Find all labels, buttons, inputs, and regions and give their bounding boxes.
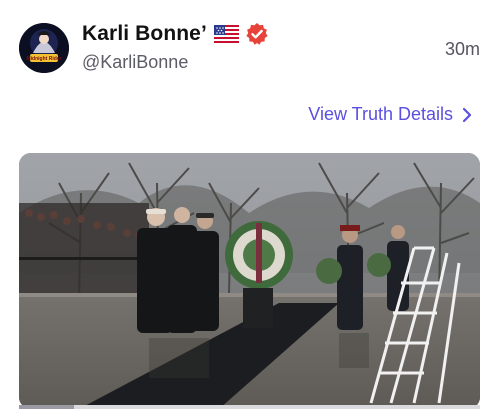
media-progress-fill xyxy=(19,405,75,409)
post-card: Midnight Rider Karli Bonne’ @KarliBonne … xyxy=(0,0,500,418)
author-handle[interactable]: @KarliBonne xyxy=(82,52,188,73)
post-media-image[interactable] xyxy=(19,153,480,409)
verified-badge-icon xyxy=(245,22,269,46)
avatar[interactable]: Midnight Rider xyxy=(19,23,69,73)
media-progress-bar[interactable] xyxy=(19,405,480,409)
avatar-text: Midnight Rider xyxy=(27,56,62,62)
us-flag-icon xyxy=(213,25,239,43)
post-timestamp: 30m xyxy=(444,39,480,59)
display-name[interactable]: Karli Bonne’ xyxy=(82,22,207,46)
view-details-label: View Truth Details xyxy=(308,104,453,124)
view-details-link[interactable]: View Truth Details xyxy=(308,104,472,125)
author-name-row: Karli Bonne’ xyxy=(82,20,269,48)
chevron-right-icon xyxy=(462,107,472,123)
